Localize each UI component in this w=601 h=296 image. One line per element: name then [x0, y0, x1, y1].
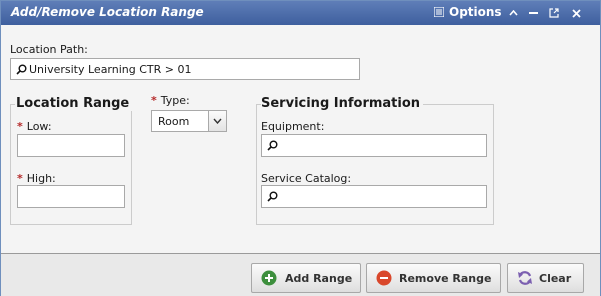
remove-range-button[interactable]: Remove Range [366, 263, 501, 293]
remove-icon [376, 270, 392, 286]
close-icon[interactable] [570, 6, 582, 20]
popout-icon[interactable] [548, 6, 560, 20]
search-icon [267, 191, 278, 202]
required-asterisk: * [151, 94, 157, 107]
service-catalog-label: Service Catalog: [261, 172, 352, 185]
high-label: * High: [17, 172, 56, 185]
refresh-icon [518, 271, 532, 285]
low-label: * Low: [17, 120, 52, 133]
high-input[interactable] [17, 185, 125, 208]
button-bar: Add Range Remove Range Clear [1, 253, 600, 296]
remove-range-label: Remove Range [399, 272, 492, 285]
add-range-label: Add Range [285, 272, 353, 285]
location-range-title: Location Range [16, 96, 133, 111]
type-label: * Type: [151, 94, 190, 107]
equipment-field[interactable] [261, 134, 487, 157]
location-path-value: University Learning CTR > 01 [29, 63, 192, 76]
minimize-icon[interactable] [527, 6, 539, 20]
chevron-down-icon[interactable] [208, 111, 226, 131]
required-asterisk: * [17, 172, 23, 185]
collapse-icon[interactable] [507, 6, 519, 20]
required-asterisk: * [17, 120, 23, 133]
service-catalog-field[interactable] [261, 185, 487, 208]
options-list-icon [434, 7, 444, 17]
window-title: Add/Remove Location Range [11, 5, 204, 19]
type-select[interactable]: Room [151, 110, 227, 132]
equipment-label: Equipment: [261, 120, 325, 133]
add-remove-location-range-panel: Add/Remove Location Range Options Locati… [0, 0, 601, 296]
location-path-label: Location Path: [10, 43, 88, 56]
options-menu[interactable]: Options [434, 5, 502, 19]
options-label: Options [449, 5, 502, 19]
location-path-field[interactable]: University Learning CTR > 01 [10, 58, 360, 80]
clear-label: Clear [539, 272, 572, 285]
add-icon [261, 270, 277, 286]
add-range-button[interactable]: Add Range [251, 263, 361, 293]
title-bar: Add/Remove Location Range Options [1, 1, 600, 25]
type-selected-value: Room [158, 115, 190, 128]
servicing-information-title: Servicing Information [261, 96, 424, 111]
clear-button[interactable]: Clear [507, 263, 584, 293]
search-icon [16, 64, 27, 75]
low-input[interactable] [17, 134, 125, 157]
search-icon [267, 140, 278, 151]
